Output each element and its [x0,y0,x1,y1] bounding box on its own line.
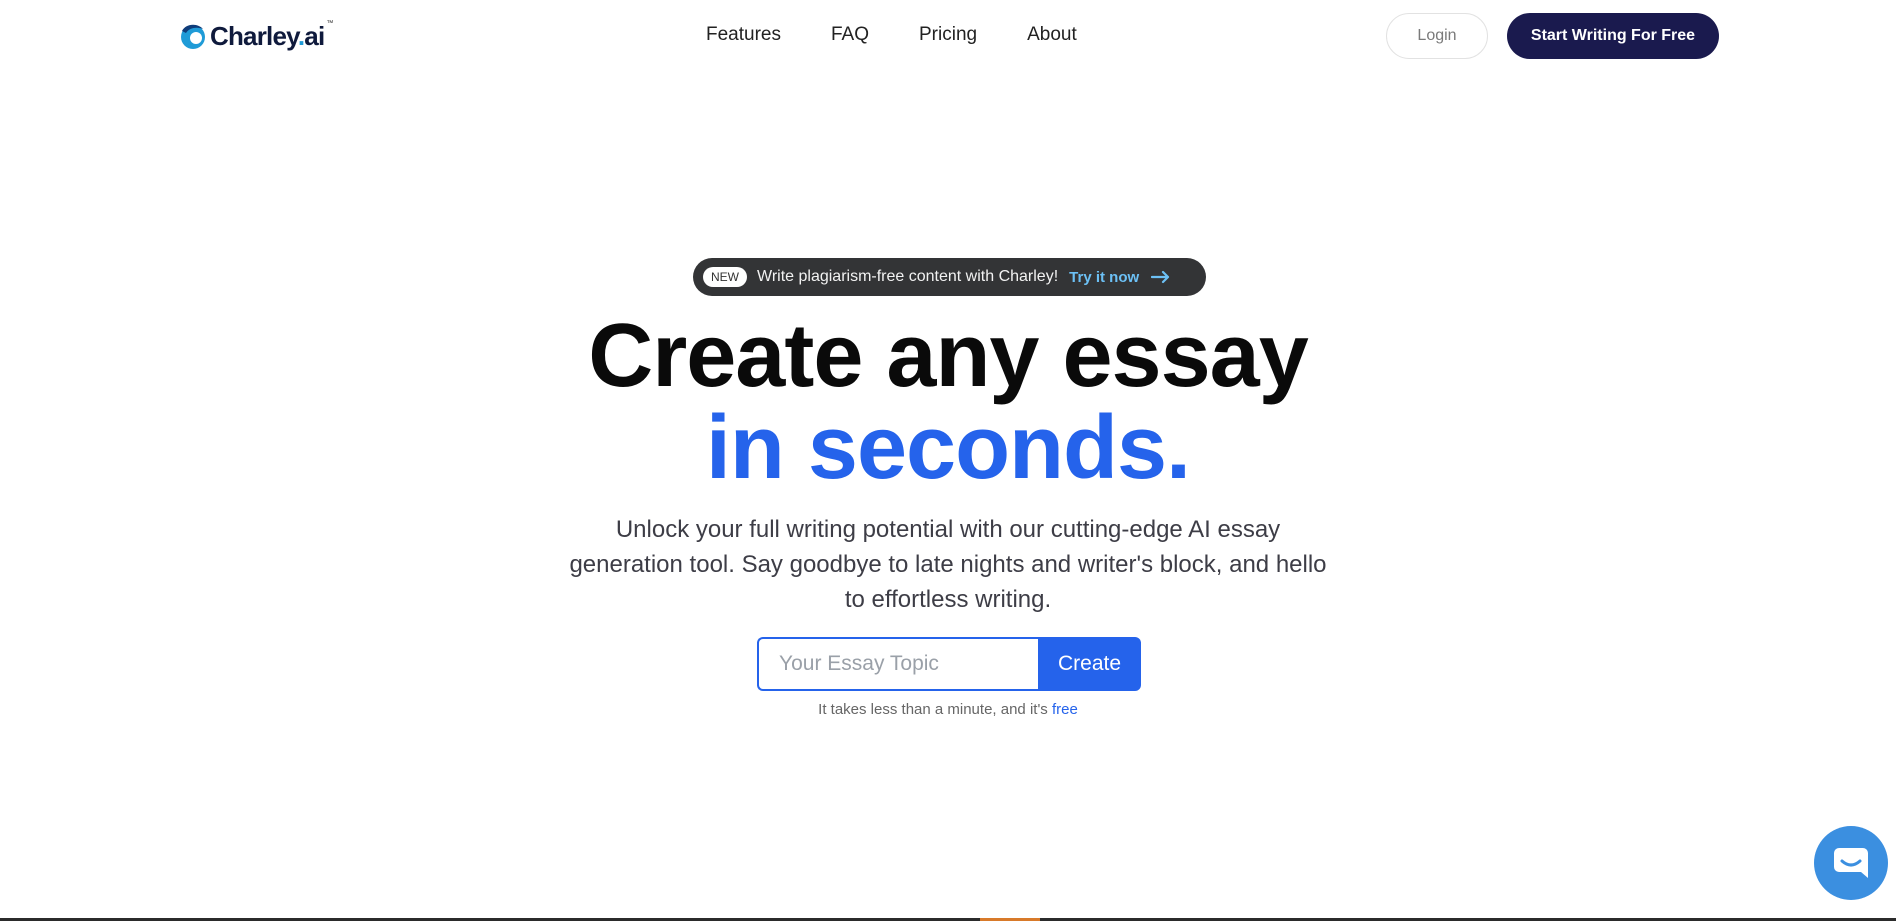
nav-link-features[interactable]: Features [706,24,781,46]
nav-link-pricing[interactable]: Pricing [919,24,977,46]
try-it-now-link[interactable]: Try it now [1069,269,1139,286]
brand-wordmark: Charley.ai [210,20,325,51]
brand-logo[interactable]: Charley.ai ™ [178,18,333,54]
top-navigation-bar: Charley.ai ™ Features FAQ Pricing About … [0,0,1896,74]
charley-wave-icon [181,24,205,49]
arrow-right-icon [1151,270,1170,284]
login-button[interactable]: Login [1386,13,1488,59]
announcement-pill[interactable]: NEW Write plagiarism-free content with C… [693,258,1206,296]
nav-link-about[interactable]: About [1027,24,1077,46]
essay-topic-form: Create [757,637,1141,691]
chat-widget-button[interactable] [1814,826,1888,900]
start-writing-button[interactable]: Start Writing For Free [1507,13,1719,59]
nav-link-faq[interactable]: FAQ [831,24,869,46]
trademark-mark: ™ [326,20,334,27]
announcement-text: Write plagiarism-free content with Charl… [757,268,1059,285]
free-note: It takes less than a minute, and it's fr… [0,701,1896,718]
new-badge: NEW [703,267,747,287]
chat-bubble-icon [1834,848,1868,878]
hero-subtitle: Unlock your full writing potential with … [569,516,1327,613]
note-free-highlight: free [1051,701,1078,718]
headline-line-1: Create any essay [588,306,1309,406]
headline-line-2: in seconds. [705,398,1191,498]
hero-headline: Create any essay in seconds. [0,310,1896,494]
main-nav: Features FAQ Pricing About [706,24,1077,46]
note-text: It takes less than a minute, and it's [818,701,1052,718]
essay-topic-input[interactable] [757,637,1038,691]
create-button[interactable]: Create [1038,637,1141,691]
